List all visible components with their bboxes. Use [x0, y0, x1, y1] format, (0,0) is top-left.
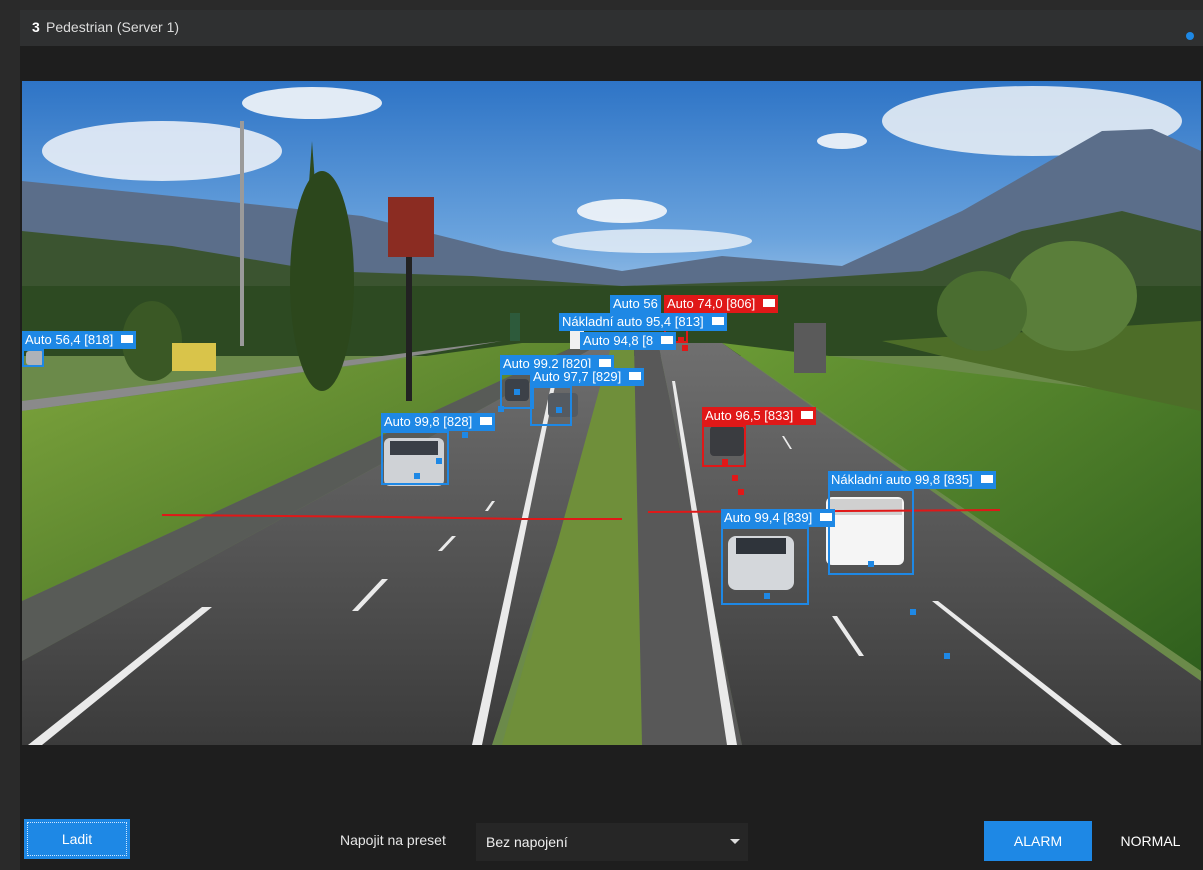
detection-label-text: Auto 94,8 [8 [583, 333, 654, 348]
detection-label-806: Auto 74,0 [806] [664, 295, 779, 313]
flag-icon[interactable] [801, 411, 814, 419]
detection-label-text: Auto 74,0 [806] [667, 296, 756, 311]
highway-scene [22, 81, 1201, 745]
detection-label-text: Auto 56 [613, 296, 658, 311]
flag-icon[interactable] [711, 317, 724, 325]
track-point [738, 489, 744, 495]
detection-label-828: Auto 99,8 [828] [381, 413, 496, 431]
focus-outline [27, 822, 127, 856]
detection-label-auto-8: Auto 94,8 [8 [580, 332, 677, 350]
detection-label-text: Auto 99,4 [839] [724, 510, 813, 525]
normal-button[interactable]: NORMAL [1098, 821, 1203, 861]
track-point [436, 458, 442, 464]
detection-label-829: Auto 97,7 [829] [530, 368, 645, 386]
flag-icon[interactable] [480, 417, 493, 425]
flag-icon[interactable] [629, 372, 642, 380]
detection-label-833: Auto 96,5 [833] [702, 407, 817, 425]
preset-label: Napojit na preset [340, 832, 446, 848]
track-point [682, 345, 688, 351]
detection-label-text: Auto 56,4 [818] [25, 332, 114, 347]
track-point [414, 473, 420, 479]
track-point [910, 609, 916, 615]
preset-dropdown[interactable]: Bez napojení [476, 823, 748, 861]
flag-icon[interactable] [121, 335, 134, 343]
track-point [514, 389, 520, 395]
flag-icon[interactable] [980, 475, 993, 483]
alarm-button[interactable]: ALARM [984, 821, 1092, 861]
detection-label-text: Auto 96,5 [833] [705, 408, 794, 423]
detection-box-818[interactable] [22, 349, 44, 367]
detection-label-text: Nákladní auto 99,8 [835] [831, 472, 973, 487]
track-point [732, 475, 738, 481]
detection-label-835: Nákladní auto 99,8 [835] [828, 471, 996, 489]
chevron-down-icon [730, 839, 740, 844]
track-point [556, 407, 562, 413]
detection-label-839: Auto 99,4 [839] [721, 509, 836, 527]
track-point [868, 561, 874, 567]
flag-icon[interactable] [763, 299, 776, 307]
detection-label-text: Auto 97,7 [829] [533, 369, 622, 384]
preset-dropdown-value: Bez napojení [486, 834, 568, 850]
track-point [944, 653, 950, 659]
status-dot-icon [1186, 32, 1194, 40]
detection-label-auto-56: Auto 56 [610, 295, 661, 313]
tune-button[interactable]: Ladit [24, 819, 130, 859]
flag-icon[interactable] [599, 359, 612, 367]
app-window: 3 Pedestrian (Server 1) Auto 56,4 [818] … [0, 0, 1203, 870]
track-point [462, 432, 468, 438]
flag-icon[interactable] [820, 513, 833, 521]
detection-box-829[interactable] [530, 386, 572, 426]
track-point [722, 459, 728, 465]
detection-label-818: Auto 56,4 [818] [22, 331, 137, 349]
track-point [498, 406, 504, 412]
camera-panel: 3 Pedestrian (Server 1) Auto 56,4 [818] … [20, 10, 1203, 870]
flag-icon[interactable] [661, 336, 674, 344]
detection-label-text: Auto 99,8 [828] [384, 414, 473, 429]
track-point [678, 337, 684, 343]
detection-label-text: Nákladní auto 95,4 [813] [562, 314, 704, 329]
camera-title: Pedestrian (Server 1) [46, 19, 180, 35]
camera-number: 3 [32, 19, 40, 35]
camera-titlebar: 3 Pedestrian (Server 1) [20, 10, 1203, 46]
video-feed[interactable]: Auto 56,4 [818] Auto 99,2 [820] Auto 97,… [22, 81, 1201, 745]
detection-label-813: Nákladní auto 95,4 [813] [559, 313, 727, 331]
track-point [764, 593, 770, 599]
